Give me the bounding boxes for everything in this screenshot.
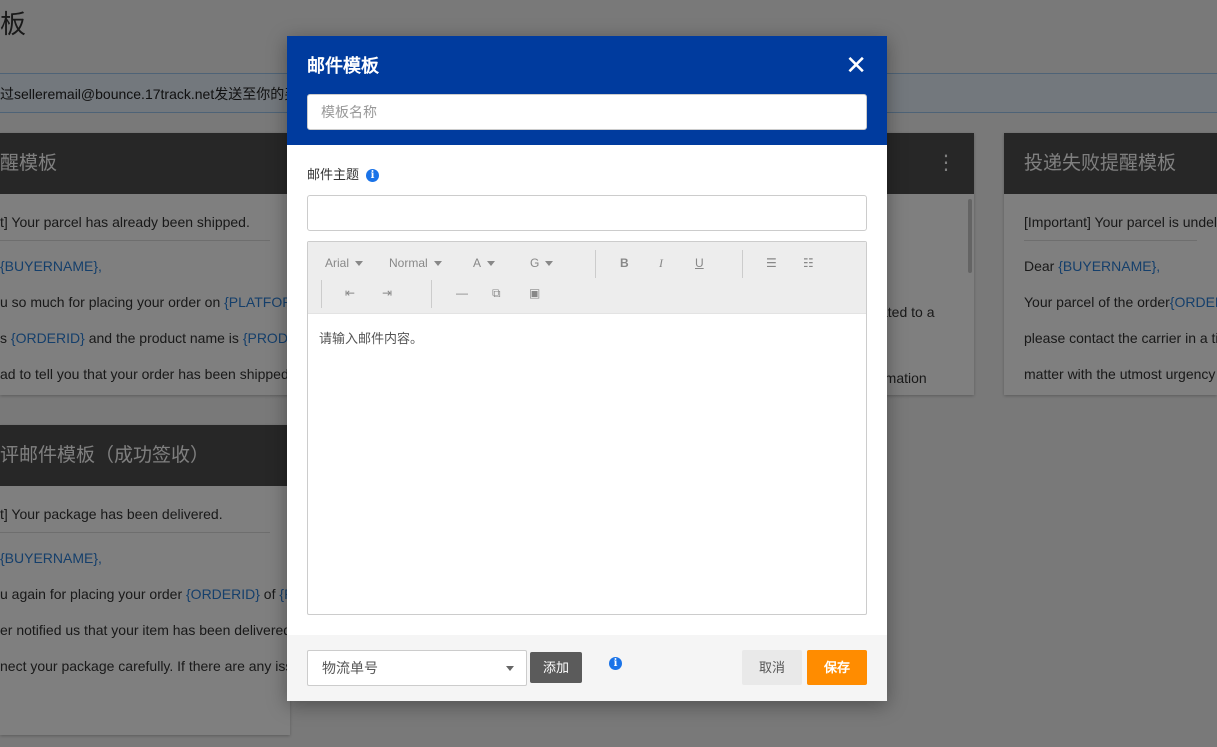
font-size-value: Normal <box>389 256 428 270</box>
email-body-editor[interactable]: 请输入邮件内容。 <box>308 314 866 361</box>
text-color-select[interactable]: A <box>473 256 496 270</box>
toolbar-divider <box>431 280 432 308</box>
toolbar-divider <box>321 280 322 308</box>
link-icon[interactable]: ⧉ <box>492 286 501 301</box>
bullet-list-icon[interactable]: ☰ <box>766 256 777 270</box>
italic-icon[interactable]: I <box>659 256 663 271</box>
toolbar-divider <box>742 250 743 278</box>
cancel-button[interactable]: 取消 <box>742 650 802 685</box>
chevron-down-icon <box>433 261 442 267</box>
chevron-down-icon <box>506 666 514 671</box>
template-name-input[interactable] <box>307 94 867 130</box>
toolbar-divider <box>595 250 596 278</box>
close-icon[interactable]: ✕ <box>845 52 867 78</box>
dialog-title: 邮件模板 <box>307 56 379 76</box>
font-family-select[interactable]: Arial <box>325 256 364 270</box>
subject-input[interactable] <box>307 195 867 231</box>
background-color-icon: G <box>530 256 540 270</box>
dialog-header: 邮件模板 ✕ <box>287 36 887 145</box>
email-template-dialog: 邮件模板 ✕ 邮件主题 i Arial Normal A G B I U ☰ ☷ <box>287 36 887 701</box>
image-icon[interactable]: ▣ <box>529 286 540 300</box>
variable-select-value: 物流单号 <box>322 660 378 676</box>
subject-label: 邮件主题 <box>307 167 360 182</box>
horizontal-rule-icon[interactable]: — <box>456 286 468 300</box>
info-icon[interactable]: i <box>609 657 622 670</box>
info-icon[interactable]: i <box>366 168 380 182</box>
bold-icon[interactable]: B <box>620 256 629 270</box>
underline-icon[interactable]: U <box>695 256 704 270</box>
chevron-down-icon <box>355 261 364 267</box>
save-button[interactable]: 保存 <box>807 650 867 685</box>
background-color-select[interactable]: G <box>530 256 554 270</box>
ordered-list-icon[interactable]: ☷ <box>803 256 814 270</box>
rich-text-editor: Arial Normal A G B I U ☰ ☷ ⇤ ⇥ — ⧉ ▣ 请输入… <box>307 241 867 615</box>
outdent-icon[interactable]: ⇤ <box>345 286 355 300</box>
dialog-footer: 物流单号 添加 i 取消 保存 <box>287 635 887 701</box>
indent-icon[interactable]: ⇥ <box>382 286 392 300</box>
subject-label-row: 邮件主题 i <box>307 167 867 183</box>
editor-toolbar: Arial Normal A G B I U ☰ ☷ ⇤ ⇥ — ⧉ ▣ <box>308 242 866 314</box>
font-size-select[interactable]: Normal <box>389 256 442 270</box>
variable-select[interactable]: 物流单号 <box>307 650 527 686</box>
text-color-icon: A <box>473 256 482 270</box>
dialog-body: 邮件主题 i Arial Normal A G B I U ☰ ☷ ⇤ ⇥ — <box>287 145 887 615</box>
font-family-value: Arial <box>325 256 350 270</box>
chevron-down-icon <box>545 261 554 267</box>
chevron-down-icon <box>487 261 496 267</box>
add-variable-button[interactable]: 添加 <box>530 652 582 683</box>
editor-placeholder: 请输入邮件内容。 <box>319 331 424 346</box>
